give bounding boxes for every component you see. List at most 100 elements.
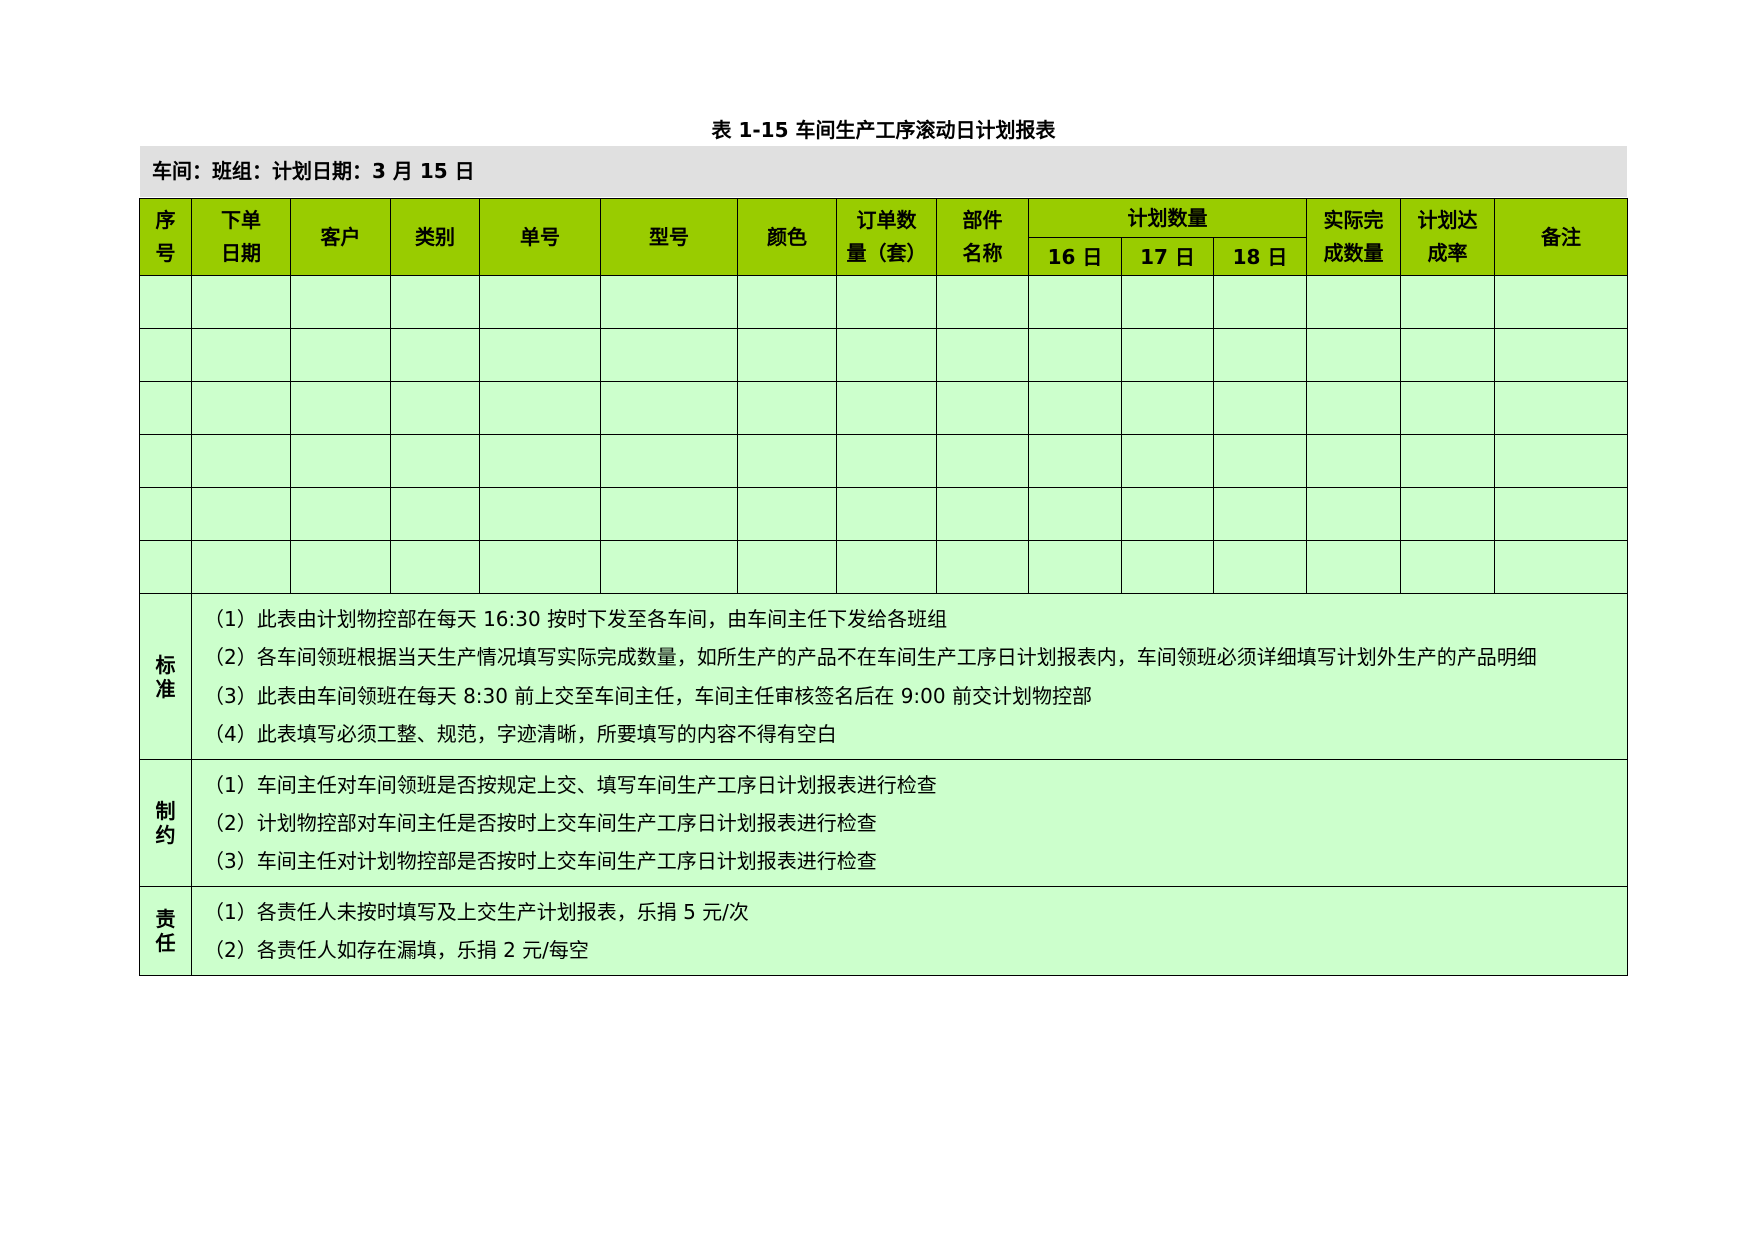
- table-cell[interactable]: [737, 328, 837, 382]
- table-cell[interactable]: [737, 487, 837, 541]
- table-cell[interactable]: [1028, 487, 1122, 541]
- table-cell[interactable]: [737, 275, 837, 329]
- table-cell[interactable]: [600, 328, 738, 382]
- table-cell[interactable]: [936, 381, 1029, 435]
- table-cell[interactable]: [836, 275, 937, 329]
- table-cell[interactable]: [1028, 328, 1122, 382]
- table-cell[interactable]: [191, 434, 291, 488]
- table-cell[interactable]: [290, 275, 391, 329]
- table-cell[interactable]: [390, 487, 480, 541]
- table-cell[interactable]: [390, 434, 480, 488]
- table-cell[interactable]: [1494, 381, 1628, 435]
- table-cell[interactable]: [390, 381, 480, 435]
- table-cell[interactable]: [290, 487, 391, 541]
- table-cell[interactable]: [479, 381, 601, 435]
- table-cell[interactable]: [600, 487, 738, 541]
- table-cell[interactable]: [191, 275, 291, 329]
- table-cell[interactable]: [1494, 328, 1628, 382]
- table-cell[interactable]: [1213, 381, 1307, 435]
- table-cell[interactable]: [737, 434, 837, 488]
- table-cell[interactable]: [191, 381, 291, 435]
- header-day-17: 17 日: [1121, 237, 1214, 276]
- standard-line: （2）各车间领班根据当天生产情况填写实际完成数量，如所生产的产品不在车间生产工序…: [204, 645, 1537, 669]
- table-cell[interactable]: [836, 381, 937, 435]
- table-cell[interactable]: [1213, 328, 1307, 382]
- table-cell[interactable]: [1400, 487, 1495, 541]
- table-cell[interactable]: [1494, 540, 1628, 594]
- table-cell[interactable]: [479, 434, 601, 488]
- table-cell[interactable]: [139, 381, 192, 435]
- constraint-line: （3）车间主任对计划物控部是否按时上交车间生产工序日计划报表进行检查: [204, 849, 877, 873]
- table-cell[interactable]: [1028, 434, 1122, 488]
- table-cell[interactable]: [936, 487, 1029, 541]
- table-cell[interactable]: [1400, 275, 1495, 329]
- table-cell[interactable]: [836, 540, 937, 594]
- table-cell[interactable]: [139, 275, 192, 329]
- table-cell[interactable]: [836, 487, 937, 541]
- table-cell[interactable]: [1213, 540, 1307, 594]
- table-cell[interactable]: [1121, 275, 1214, 329]
- table-cell[interactable]: [600, 381, 738, 435]
- table-cell[interactable]: [1306, 540, 1401, 594]
- header-plan-rate: 计划达 成率: [1400, 198, 1495, 276]
- table-cell[interactable]: [936, 434, 1029, 488]
- table-cell[interactable]: [1121, 434, 1214, 488]
- table-cell[interactable]: [1400, 381, 1495, 435]
- table-cell[interactable]: [936, 540, 1029, 594]
- table-cell[interactable]: [191, 328, 291, 382]
- table-cell[interactable]: [1306, 381, 1401, 435]
- table-cell[interactable]: [290, 381, 391, 435]
- table-cell[interactable]: [1028, 275, 1122, 329]
- table-cell[interactable]: [290, 434, 391, 488]
- header-day-16: 16 日: [1028, 237, 1122, 276]
- table-cell[interactable]: [836, 328, 937, 382]
- table-cell[interactable]: [390, 328, 480, 382]
- table-cell[interactable]: [1213, 434, 1307, 488]
- table-cell[interactable]: [836, 434, 937, 488]
- table-cell[interactable]: [390, 540, 480, 594]
- table-cell[interactable]: [139, 328, 192, 382]
- table-cell[interactable]: [600, 540, 738, 594]
- section-content-responsibility: （1）各责任人未按时填写及上交生产计划报表，乐捐 5 元/次 （2）各责任人如存…: [191, 886, 1628, 976]
- table-cell[interactable]: [479, 275, 601, 329]
- table-cell[interactable]: [1213, 487, 1307, 541]
- table-cell[interactable]: [139, 434, 192, 488]
- standard-line: （3）此表由车间领班在每天 8:30 前上交至车间主任，车间主任审核签名后在 9…: [204, 684, 1092, 708]
- table-cell[interactable]: [1494, 487, 1628, 541]
- table-cell[interactable]: [139, 540, 192, 594]
- table-cell[interactable]: [1028, 540, 1122, 594]
- table-cell[interactable]: [191, 487, 291, 541]
- table-cell[interactable]: [1213, 275, 1307, 329]
- table-cell[interactable]: [1306, 434, 1401, 488]
- standard-line: （4）此表填写必须工整、规范，字迹清晰，所要填写的内容不得有空白: [204, 722, 837, 746]
- table-cell[interactable]: [1121, 381, 1214, 435]
- table-row: [139, 434, 1628, 488]
- table-cell[interactable]: [1121, 540, 1214, 594]
- table-cell[interactable]: [479, 540, 601, 594]
- table-cell[interactable]: [600, 434, 738, 488]
- table-cell[interactable]: [1306, 275, 1401, 329]
- table-cell[interactable]: [737, 540, 837, 594]
- table-cell[interactable]: [290, 328, 391, 382]
- table-cell[interactable]: [1028, 381, 1122, 435]
- table-cell[interactable]: [139, 487, 192, 541]
- table-cell[interactable]: [290, 540, 391, 594]
- table-cell[interactable]: [737, 381, 837, 435]
- table-cell[interactable]: [600, 275, 738, 329]
- table-cell[interactable]: [1400, 328, 1495, 382]
- table-cell[interactable]: [1494, 275, 1628, 329]
- table-cell[interactable]: [390, 275, 480, 329]
- table-cell[interactable]: [1121, 487, 1214, 541]
- table-cell[interactable]: [1306, 487, 1401, 541]
- table-cell[interactable]: [1121, 328, 1214, 382]
- table-cell[interactable]: [1494, 434, 1628, 488]
- table-cell[interactable]: [936, 275, 1029, 329]
- table-cell[interactable]: [479, 328, 601, 382]
- table-cell[interactable]: [191, 540, 291, 594]
- section-label-constraint: 制约: [139, 759, 192, 887]
- table-cell[interactable]: [479, 487, 601, 541]
- table-cell[interactable]: [1400, 540, 1495, 594]
- table-cell[interactable]: [1400, 434, 1495, 488]
- table-cell[interactable]: [1306, 328, 1401, 382]
- table-cell[interactable]: [936, 328, 1029, 382]
